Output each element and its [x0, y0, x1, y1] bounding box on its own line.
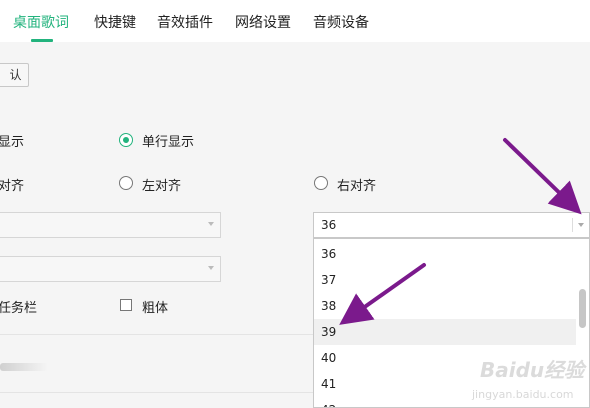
font-size-option[interactable]: 40 [314, 345, 576, 371]
font-size-option[interactable]: 41 [314, 371, 576, 397]
font-size-option[interactable]: 42 [314, 397, 576, 407]
tab-sound-effects[interactable]: 音效插件 [157, 12, 213, 32]
single-line-radio[interactable] [119, 133, 133, 147]
bold-checkbox[interactable] [120, 299, 132, 311]
restore-default-label: 认 [9, 68, 22, 82]
bold-label: 粗体 [142, 301, 169, 316]
left-align-radio[interactable] [119, 176, 133, 190]
font-size-select[interactable]: 36 [313, 212, 590, 238]
double-line-display-label: 显示 [0, 135, 25, 150]
arrow-to-dropdown-button [503, 138, 582, 215]
section-divider-bottom [0, 392, 313, 393]
tab-desktop-lyrics[interactable]: 桌面歌词 [13, 12, 69, 32]
font-size-dropdown-list: 36 37 38 39 40 41 42 [313, 238, 590, 408]
dropdown-scrollbar-thumb[interactable] [579, 289, 586, 328]
tab-audio-device[interactable]: 音频设备 [313, 12, 369, 32]
chevron-down-icon [208, 222, 214, 226]
font-style-select[interactable] [0, 256, 221, 282]
font-size-option[interactable]: 36 [314, 241, 576, 267]
font-size-value: 36 [321, 218, 337, 232]
section-divider [0, 334, 313, 335]
chevron-down-icon [208, 266, 214, 270]
font-size-option[interactable]: 37 [314, 267, 576, 293]
font-size-option-hovered[interactable]: 39 [314, 319, 576, 345]
center-align-label: 对齐 [0, 179, 25, 194]
tab-network-settings[interactable]: 网络设置 [235, 12, 291, 32]
color-swatch-preview [0, 363, 48, 371]
single-line-label: 单行显示 [142, 135, 195, 150]
active-tab-indicator [31, 39, 53, 42]
show-in-taskbar-label: 任务栏 [0, 301, 38, 316]
settings-tab-bar: 桌面歌词 快捷键 音效插件 网络设置 音频设备 [0, 0, 590, 42]
tab-hotkeys[interactable]: 快捷键 [94, 12, 136, 32]
font-size-option[interactable]: 38 [314, 293, 576, 319]
right-align-radio[interactable] [314, 176, 328, 190]
left-align-label: 左对齐 [142, 179, 182, 194]
font-family-select[interactable] [0, 212, 221, 238]
right-align-label: 右对齐 [337, 179, 377, 194]
chevron-down-icon[interactable] [572, 218, 589, 232]
restore-default-button[interactable]: 认 [0, 63, 29, 87]
